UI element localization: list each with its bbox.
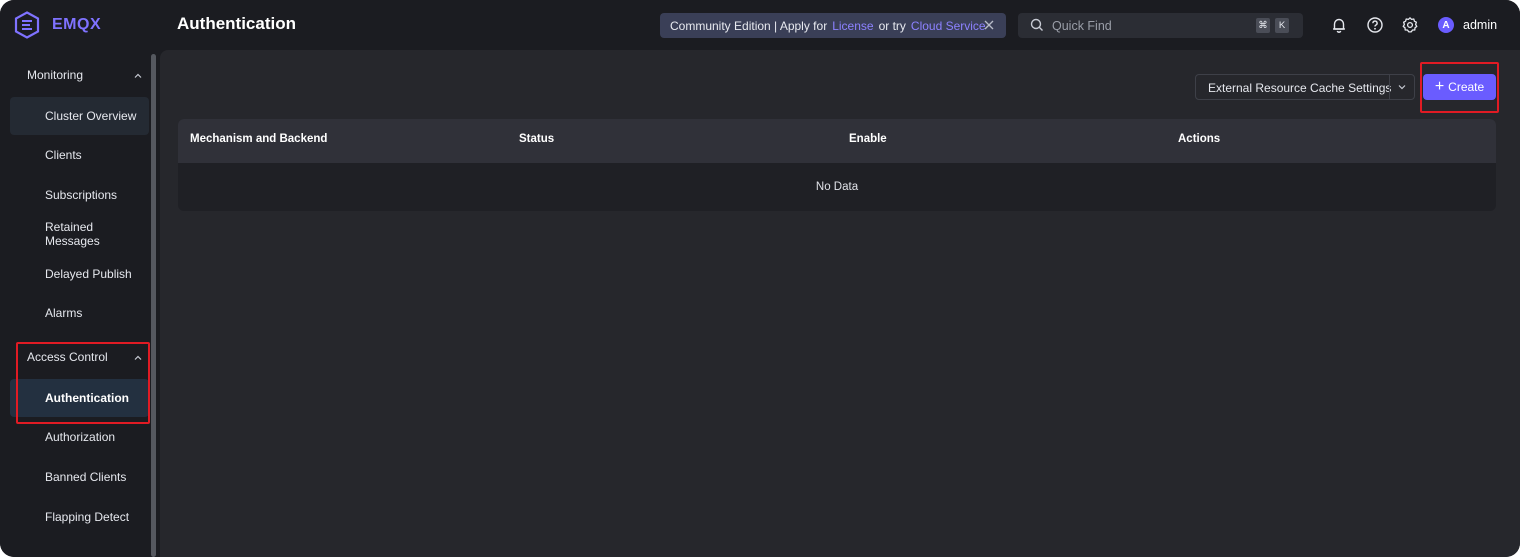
sidebar-item-subscriptions[interactable]: Subscriptions xyxy=(10,176,149,214)
sidebar-item-label: Authentication xyxy=(45,391,129,405)
create-button[interactable]: + Create xyxy=(1423,74,1496,100)
sidebar-item-alarms[interactable]: Alarms xyxy=(10,294,149,332)
column-header-mechanism: Mechanism and Backend xyxy=(190,133,328,145)
sidebar-item-label: Clients xyxy=(45,148,82,162)
sidebar-item-label: Retained Messages xyxy=(45,220,100,248)
chevron-up-icon[interactable] xyxy=(133,71,143,81)
sidebar-item-delayed-publish[interactable]: Delayed Publish xyxy=(10,255,149,293)
column-header-status: Status xyxy=(519,133,555,145)
avatar[interactable]: A xyxy=(1438,17,1454,33)
help-icon[interactable] xyxy=(1366,16,1384,34)
sidebar-item-authorization[interactable]: Authorization xyxy=(10,418,149,456)
username[interactable]: admin xyxy=(1463,18,1497,32)
table-empty-state: No Data xyxy=(815,181,859,193)
sidebar-item-flapping-detect[interactable]: Flapping Detect xyxy=(10,498,149,536)
sidebar-item-banned-clients[interactable]: Banned Clients xyxy=(10,458,149,496)
emqx-logo-icon xyxy=(14,11,40,39)
sidebar-item-cluster-overview[interactable]: Cluster Overview xyxy=(10,97,149,135)
plus-icon: + xyxy=(1434,78,1445,95)
sidebar-item-label: Flapping Detect xyxy=(45,510,130,524)
sidebar-item-authentication[interactable]: Authentication xyxy=(10,379,149,417)
app-window: EMQX Authentication Community Edition | … xyxy=(0,0,1520,557)
sidebar-item-label: Delayed Publish xyxy=(45,267,132,281)
sidebar-group-monitoring[interactable]: Monitoring xyxy=(27,68,83,82)
sidebar-item-label: Alarms xyxy=(45,306,83,320)
authentication-table: Mechanism and Backend Status Enable Acti… xyxy=(178,119,1496,211)
notice-prefix: Community Edition | Apply for xyxy=(670,18,828,33)
column-header-actions: Actions xyxy=(1178,133,1221,145)
sidebar-item-label: Authorization xyxy=(45,430,116,444)
top-header: EMQX Authentication Community Edition | … xyxy=(0,0,1520,50)
search-input[interactable] xyxy=(1052,16,1242,35)
bell-icon[interactable] xyxy=(1330,16,1348,34)
sidebar-item-clients[interactable]: Clients xyxy=(10,136,149,174)
notice-middle: or try xyxy=(878,18,906,33)
main-content: External Resource Cache Settings + Creat… xyxy=(160,50,1520,557)
sidebar-group-access-control[interactable]: Access Control xyxy=(27,350,108,364)
cloud-service-link[interactable]: Cloud Service xyxy=(911,19,986,33)
shortcut-key-k: K xyxy=(1275,18,1289,33)
create-button-label: Create xyxy=(1448,80,1485,94)
column-header-enable: Enable xyxy=(849,133,887,145)
sidebar-item-label: Banned Clients xyxy=(45,470,127,484)
table-header: Mechanism and Backend Status Enable Acti… xyxy=(178,119,1496,163)
external-resource-cache-settings-button[interactable]: External Resource Cache Settings xyxy=(1195,74,1415,100)
sidebar-item-label: Cluster Overview xyxy=(45,109,137,123)
shortcut-key-command: ⌘ xyxy=(1256,18,1270,33)
close-icon[interactable] xyxy=(982,18,996,32)
page-title: Authentication xyxy=(177,14,296,33)
edition-notice-banner: Community Edition | Apply for License or… xyxy=(660,13,1006,38)
sidebar-scrollbar[interactable] xyxy=(151,54,156,557)
sidebar-item-retained-messages[interactable]: Retained Messages xyxy=(10,215,149,253)
button-divider xyxy=(1389,75,1390,99)
gear-icon[interactable] xyxy=(1401,16,1419,34)
quick-find-search: ⌘ K xyxy=(1018,13,1303,38)
sidebar: Monitoring Cluster Overview Clients Subs… xyxy=(0,50,160,557)
logo[interactable]: EMQX xyxy=(14,11,101,39)
logo-text: EMQX xyxy=(52,16,102,33)
license-link[interactable]: License xyxy=(832,19,873,33)
chevron-down-icon[interactable] xyxy=(1397,82,1407,92)
cache-settings-label: External Resource Cache Settings xyxy=(1208,81,1392,95)
search-icon xyxy=(1030,18,1043,31)
sidebar-item-label: Subscriptions xyxy=(45,188,118,202)
chevron-up-icon[interactable] xyxy=(133,353,143,363)
